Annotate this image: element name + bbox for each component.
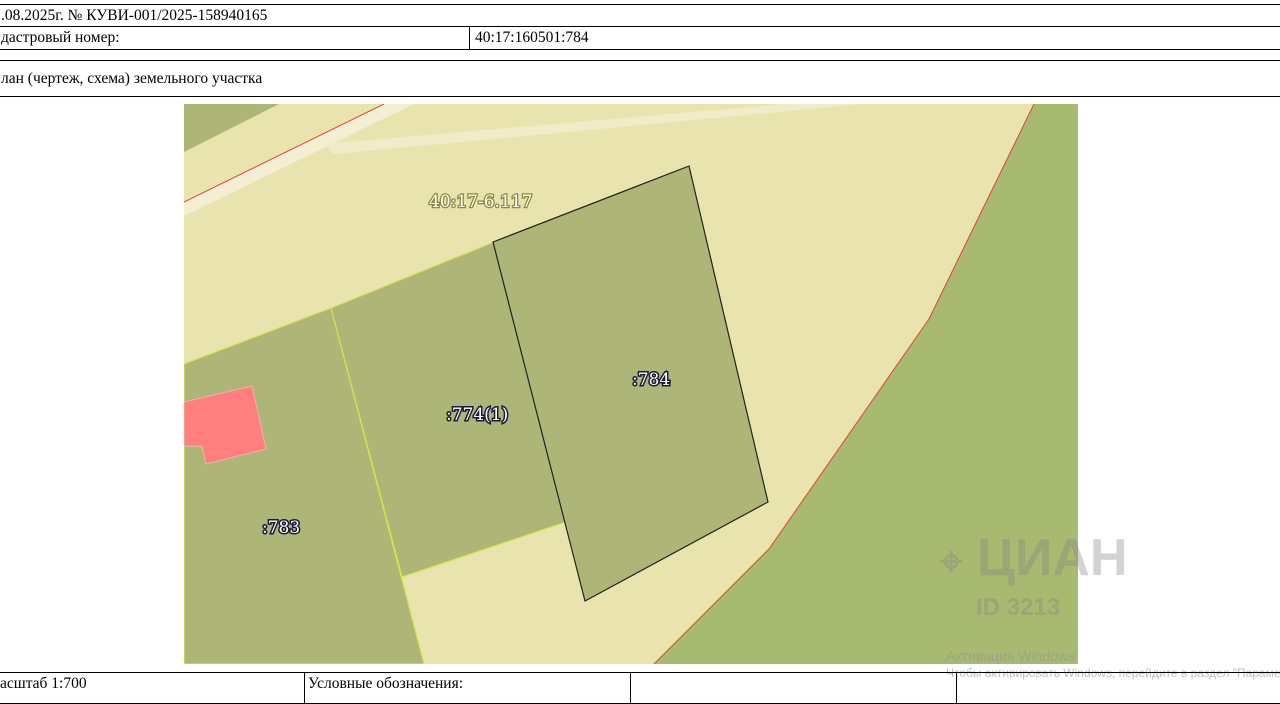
cell-divider: [956, 673, 957, 703]
cell-divider: [304, 673, 305, 703]
cian-watermark: ⌖ ЦИАН: [940, 528, 1127, 588]
document-number-row: .08.2025г. № КУВИ-001/2025-158940165: [0, 4, 1280, 28]
watermark-id: ID 3213: [976, 594, 1061, 621]
scale-label: асштаб 1:700: [0, 675, 87, 692]
legend-label: Условные обозначения:: [308, 675, 464, 692]
parcel-783-label: :783: [262, 518, 300, 538]
parcel-784-label: :784: [632, 370, 670, 390]
parcel-774-label: :774(1): [446, 405, 508, 425]
cadastral-number-value: 40:17:160501:784: [475, 29, 589, 46]
cell-divider: [630, 673, 631, 703]
document-number: .08.2025г. № КУВИ-001/2025-158940165: [1, 7, 268, 24]
cadastral-number-row: дастровый номер: 40:17:160501:784: [0, 26, 1280, 50]
activation-title: Активация Windows: [946, 648, 1076, 664]
location-pin-icon: ⌖: [940, 540, 963, 584]
cell-divider: [469, 27, 470, 49]
cadastral-number-label: дастровый номер:: [1, 29, 120, 46]
footer-row: асштаб 1:700 Условные обозначения:: [0, 672, 1280, 704]
plan-title: лан (чертеж, схема) земельного участка: [1, 69, 263, 87]
watermark-brand: ЦИАН: [976, 529, 1128, 587]
zone-label: 40:17-6.117: [429, 192, 532, 212]
plan-title-row: лан (чертеж, схема) земельного участка: [0, 60, 1280, 97]
